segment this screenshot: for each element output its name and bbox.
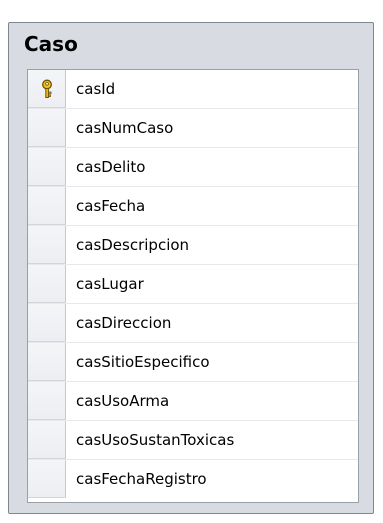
key-icon <box>42 79 52 98</box>
column-name: casDelito <box>76 158 146 176</box>
row-selector[interactable] <box>28 265 66 303</box>
column-name: casFechaRegistro <box>76 470 207 488</box>
column-name: casNumCaso <box>76 119 174 137</box>
column-row-casUsoSustanToxicas[interactable]: casUsoSustanToxicas <box>28 421 358 460</box>
column-row-casDescripcion[interactable]: casDescripcion <box>28 226 358 265</box>
column-name: casDireccion <box>76 314 172 332</box>
column-row-casFecha[interactable]: casFecha <box>28 187 358 226</box>
column-name: casUsoArma <box>76 392 170 410</box>
row-selector[interactable] <box>28 343 66 381</box>
column-name: casSitioEspecifico <box>76 353 210 371</box>
row-selector[interactable] <box>28 70 66 108</box>
table-designer-box[interactable]: Caso casId casNumCaso casDelito casFecha… <box>8 22 374 514</box>
column-name: casId <box>76 80 116 98</box>
column-name: casFecha <box>76 197 146 215</box>
column-row-casUsoArma[interactable]: casUsoArma <box>28 382 358 421</box>
row-selector[interactable] <box>28 148 66 186</box>
row-selector[interactable] <box>28 109 66 147</box>
row-selector[interactable] <box>28 460 66 498</box>
row-selector[interactable] <box>28 187 66 225</box>
column-row-casLugar[interactable]: casLugar <box>28 265 358 304</box>
column-name: casDescripcion <box>76 236 190 254</box>
column-name: casLugar <box>76 275 144 293</box>
column-name: casUsoSustanToxicas <box>76 431 235 449</box>
column-row-casDireccion[interactable]: casDireccion <box>28 304 358 343</box>
table-title[interactable]: Caso <box>24 31 78 57</box>
column-list: casId casNumCaso casDelito casFecha casD… <box>27 69 359 503</box>
column-row-casFechaRegistro[interactable]: casFechaRegistro <box>28 460 358 499</box>
row-selector[interactable] <box>28 421 66 459</box>
column-row-casId[interactable]: casId <box>28 70 358 109</box>
row-selector[interactable] <box>28 304 66 342</box>
column-row-casDelito[interactable]: casDelito <box>28 148 358 187</box>
column-row-casSitioEspecifico[interactable]: casSitioEspecifico <box>28 343 358 382</box>
row-selector[interactable] <box>28 226 66 264</box>
row-selector[interactable] <box>28 382 66 420</box>
column-row-casNumCaso[interactable]: casNumCaso <box>28 109 358 148</box>
